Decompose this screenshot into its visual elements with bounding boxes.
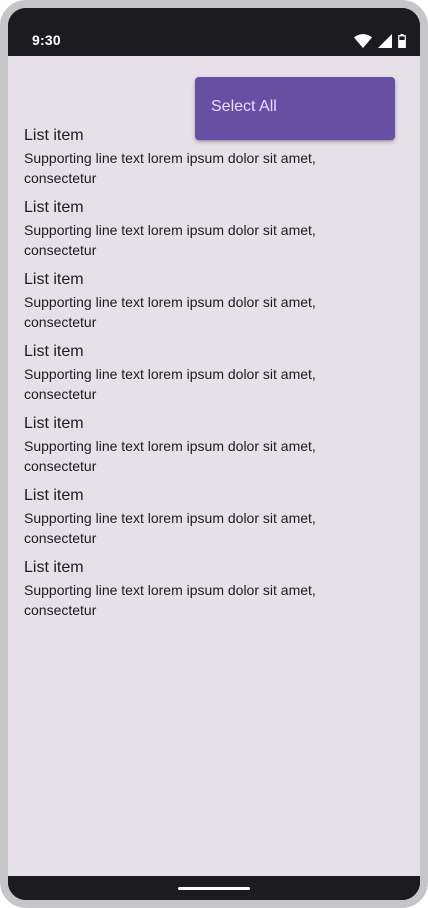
list-item-headline: List item (24, 199, 84, 216)
navigation-bar (8, 876, 420, 900)
list-item-supporting-text: Supporting line text lorem ipsum dolor s… (24, 222, 316, 258)
status-time: 9:30 (32, 32, 61, 48)
list-item[interactable]: List item Supporting line text lorem ips… (24, 484, 404, 556)
dropdown-menu: Select All (195, 77, 395, 140)
list-item[interactable]: List item Supporting line text lorem ips… (24, 340, 404, 412)
list-item-supporting-text: Supporting line text lorem ipsum dolor s… (24, 510, 316, 546)
home-indicator[interactable] (178, 887, 250, 890)
status-icons (354, 34, 406, 48)
list-item-supporting-text: Supporting line text lorem ipsum dolor s… (24, 582, 316, 618)
list-item-headline: List item (24, 343, 84, 360)
status-bar: 9:30 (8, 8, 420, 56)
list-item-headline: List item (24, 271, 84, 288)
device-frame: 9:30 List item Supporting line text lore… (0, 0, 428, 908)
list-item[interactable]: List item Supporting line text lorem ips… (24, 412, 404, 484)
list: List item Supporting line text lorem ips… (24, 124, 404, 628)
wifi-icon (354, 34, 372, 48)
battery-icon (398, 34, 406, 48)
list-item[interactable]: List item Supporting line text lorem ips… (24, 268, 404, 340)
app-screen: List item Supporting line text lorem ips… (8, 56, 420, 876)
list-item-headline: List item (24, 127, 84, 144)
select-all-menu-item[interactable]: Select All (211, 98, 277, 116)
list-item[interactable]: List item Supporting line text lorem ips… (24, 196, 404, 268)
list-item-supporting-text: Supporting line text lorem ipsum dolor s… (24, 366, 316, 402)
signal-icon (378, 34, 392, 48)
list-item-headline: List item (24, 559, 84, 576)
list-item-headline: List item (24, 487, 84, 504)
list-item-headline: List item (24, 415, 84, 432)
list-item-supporting-text: Supporting line text lorem ipsum dolor s… (24, 438, 316, 474)
list-item-supporting-text: Supporting line text lorem ipsum dolor s… (24, 294, 316, 330)
list-item[interactable]: List item Supporting line text lorem ips… (24, 556, 404, 628)
list-item-supporting-text: Supporting line text lorem ipsum dolor s… (24, 150, 316, 186)
